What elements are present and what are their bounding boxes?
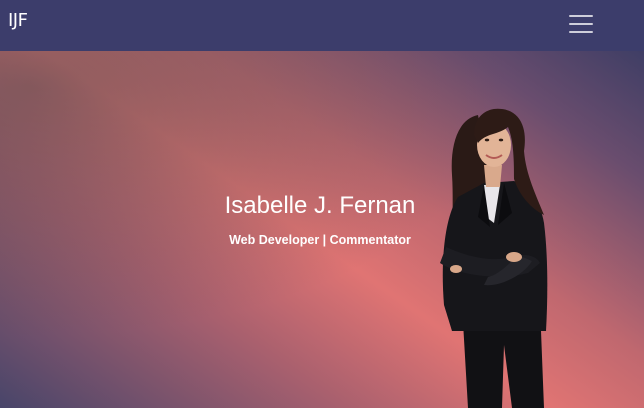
brand-logo-link[interactable]: IJF: [8, 10, 28, 31]
top-navbar: IJF: [0, 0, 644, 51]
hero-section: Isabelle J. Fernan Web Developer | Comme…: [0, 51, 644, 408]
menu-toggle-button[interactable]: [562, 8, 600, 40]
profile-portrait: [440, 108, 548, 408]
